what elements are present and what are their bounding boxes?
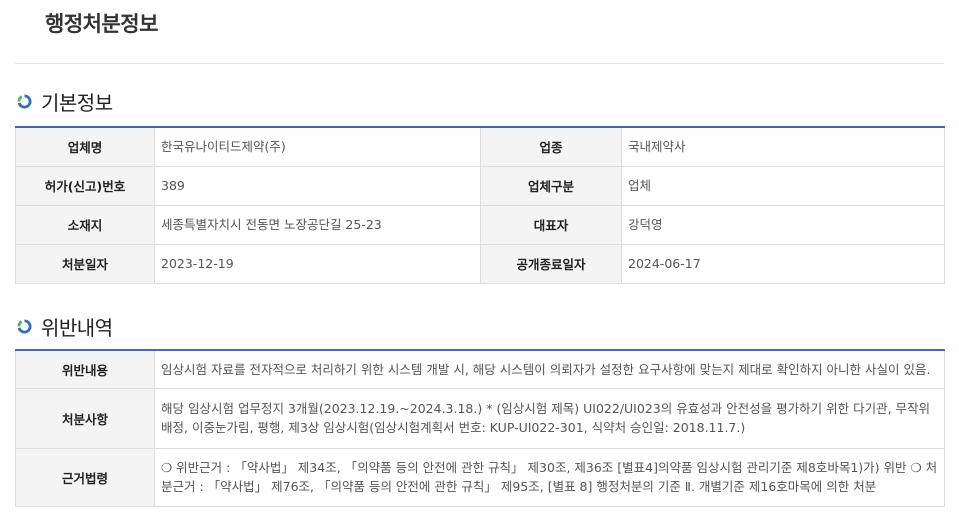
label-disclosure-end-date: 공개종료일자 xyxy=(480,243,622,284)
label-violation-content: 위반내용 xyxy=(15,350,155,389)
value-violation-content: 임상시험 자료를 전자적으로 처리하기 위한 시스템 개발 시, 해당 시스템이… xyxy=(154,350,945,389)
value-company-type: 업체 xyxy=(621,165,945,206)
label-company-name: 업체명 xyxy=(15,127,155,167)
label-representative: 대표자 xyxy=(480,204,622,245)
circle-arrow-icon xyxy=(17,319,32,334)
value-disclosure-end-date: 2024-06-17 xyxy=(621,243,945,284)
table-row: 근거법령 ❍ 위반근거 : 「약사법」 제34조, 「의약품 등의 안전에 관한… xyxy=(15,447,945,507)
page-title: 행정처분정보 xyxy=(45,12,158,36)
value-representative: 강덕영 xyxy=(621,204,945,245)
value-legal-basis: ❍ 위반근거 : 「약사법」 제34조, 「의약품 등의 안전에 관한 규칙」 … xyxy=(154,447,945,507)
value-address: 세종특별자치시 전동면 노장공단길 25-23 xyxy=(154,204,481,245)
table-row: 허가(신고)번호 389 업체구분 업체 xyxy=(15,165,945,206)
value-industry: 국내제약사 xyxy=(621,127,945,167)
table-row: 소재지 세종특별자치시 전동면 노장공단길 25-23 대표자 강덕영 xyxy=(15,204,945,245)
table-row: 위반내용 임상시험 자료를 전자적으로 처리하기 위한 시스템 개발 시, 해당… xyxy=(15,350,945,389)
table-row: 처분일자 2023-12-19 공개종료일자 2024-06-17 xyxy=(15,243,945,284)
table-row: 업체명 한국유나이티드제약(주) 업종 국내제약사 xyxy=(15,127,945,167)
label-disposition-details: 처분사항 xyxy=(15,387,155,449)
section-title-basic: 기본정보 xyxy=(41,91,113,115)
violation-table: 위반내용 임상시험 자료를 전자적으로 처리하기 위한 시스템 개발 시, 해당… xyxy=(15,349,945,507)
label-license-number: 허가(신고)번호 xyxy=(15,165,155,206)
circle-arrow-icon xyxy=(17,94,32,109)
value-disposition-details: 해당 임상시험 업무정지 3개월(2023.12.19.~2024.3.18.)… xyxy=(154,387,945,449)
label-industry: 업종 xyxy=(480,127,622,167)
section-title-violation: 위반내역 xyxy=(41,316,113,340)
label-disposition-date: 처분일자 xyxy=(15,243,155,284)
value-disposition-date: 2023-12-19 xyxy=(154,243,481,284)
basic-info-table: 업체명 한국유나이티드제약(주) 업종 국내제약사 허가(신고)번호 389 업… xyxy=(15,126,945,284)
table-row: 처분사항 해당 임상시험 업무정지 3개월(2023.12.19.~2024.3… xyxy=(15,387,945,449)
value-license-number: 389 xyxy=(154,165,481,206)
title-divider xyxy=(15,63,944,64)
label-company-type: 업체구분 xyxy=(480,165,622,206)
label-legal-basis: 근거법령 xyxy=(15,447,155,507)
value-company-name: 한국유나이티드제약(주) xyxy=(154,127,481,167)
violation-section-header: 위반내역 xyxy=(17,312,113,341)
basic-info-section-header: 기본정보 xyxy=(17,87,113,116)
label-address: 소재지 xyxy=(15,204,155,245)
